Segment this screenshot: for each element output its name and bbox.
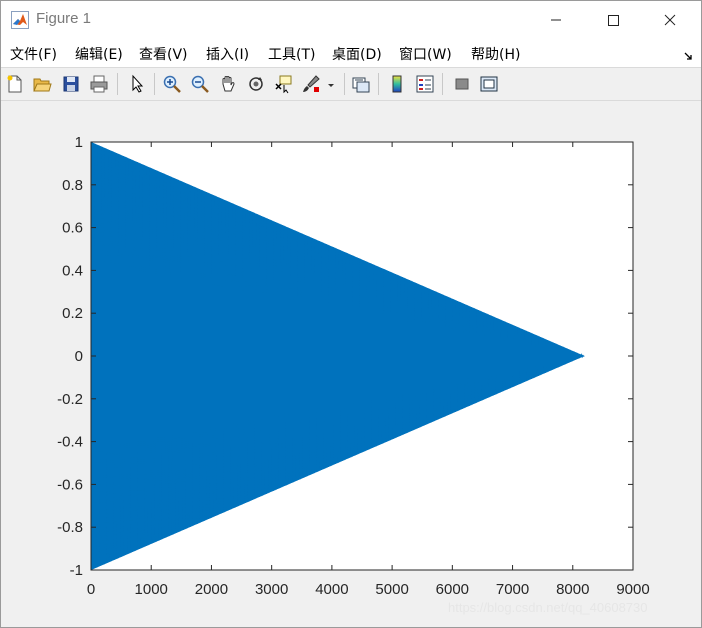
new-figure-icon[interactable] xyxy=(5,74,25,94)
y-tick-label: -0.6 xyxy=(57,476,83,493)
pan-hand-icon[interactable] xyxy=(218,74,238,94)
x-tick-label: 9000 xyxy=(616,581,649,598)
brush-dropdown-icon[interactable] xyxy=(325,74,337,94)
rotate-3d-icon[interactable] xyxy=(246,74,266,94)
minimize-icon xyxy=(551,19,561,21)
y-tick-label: 0.8 xyxy=(62,177,83,194)
colorbar-icon[interactable] xyxy=(387,74,407,94)
x-tick-label: 0 xyxy=(87,581,95,598)
x-tick-label: 1000 xyxy=(135,581,168,598)
x-tick-label: 2000 xyxy=(195,581,228,598)
maximize-icon xyxy=(608,15,619,26)
plot-axes[interactable]: 0 1000 2000 3000 4000 5000 6000 7000 8000 9000 -1 -… xyxy=(0,100,700,627)
figure-toolbar xyxy=(1,67,701,101)
zoom-out-icon[interactable] xyxy=(190,74,210,94)
x-tick-label: 5000 xyxy=(375,581,408,598)
data-cursor-icon[interactable] xyxy=(273,74,293,94)
y-tick-label: 0.2 xyxy=(62,305,83,322)
title-bar[interactable]: Figure 1 xyxy=(1,1,701,39)
toolbar-separator xyxy=(378,73,379,95)
window-title: Figure 1 xyxy=(36,10,92,27)
matlab-logo-icon xyxy=(11,11,29,29)
y-tick-label: 0.6 xyxy=(62,220,83,237)
print-icon[interactable] xyxy=(89,74,109,94)
toolbar-separator xyxy=(344,73,345,95)
menu-view[interactable]: 查看(V) xyxy=(139,44,188,64)
menu-bar: 文件(F) 编辑(E) 查看(V) 插入(I) 工具(T) 桌面(D) 窗口(W… xyxy=(1,39,701,67)
close-button[interactable] xyxy=(647,1,693,39)
close-icon xyxy=(664,14,676,26)
hide-plot-tools-icon[interactable] xyxy=(452,74,472,94)
csdn-watermark: https://blog.csdn.net/qq_40608730 xyxy=(448,600,648,615)
show-plot-tools-icon[interactable] xyxy=(479,74,499,94)
zoom-in-icon[interactable] xyxy=(162,74,182,94)
y-tick-label: -0.2 xyxy=(57,391,83,408)
x-tick-label: 7000 xyxy=(496,581,529,598)
legend-icon[interactable] xyxy=(415,74,435,94)
open-file-icon[interactable] xyxy=(32,74,52,94)
maximize-button[interactable] xyxy=(590,1,636,39)
pointer-icon[interactable] xyxy=(127,74,147,94)
menu-insert[interactable]: 插入(I) xyxy=(206,44,249,64)
menu-file[interactable]: 文件(F) xyxy=(10,44,57,64)
x-tick-label: 8000 xyxy=(556,581,589,598)
menu-desktop[interactable]: 桌面(D) xyxy=(332,44,382,64)
y-tick-label: -0.8 xyxy=(57,519,83,536)
toolbar-separator xyxy=(442,73,443,95)
menu-tools[interactable]: 工具(T) xyxy=(268,44,315,64)
minimize-button[interactable] xyxy=(533,1,579,39)
link-plot-icon[interactable] xyxy=(351,74,371,94)
y-tick-label: -1 xyxy=(70,562,83,579)
dock-arrow-icon[interactable] xyxy=(684,47,694,60)
menu-window[interactable]: 窗口(W) xyxy=(399,44,452,64)
menu-edit[interactable]: 编辑(E) xyxy=(75,44,123,64)
brush-icon[interactable] xyxy=(301,74,321,94)
x-tick-label: 4000 xyxy=(315,581,348,598)
save-icon[interactable] xyxy=(61,74,81,94)
toolbar-separator xyxy=(117,73,118,95)
toolbar-separator xyxy=(154,73,155,95)
y-tick-label: 0 xyxy=(75,348,83,365)
x-tick-label: 6000 xyxy=(436,581,469,598)
y-tick-label: -0.4 xyxy=(57,434,83,451)
x-tick-label: 3000 xyxy=(255,581,288,598)
menu-help[interactable]: 帮助(H) xyxy=(471,44,520,64)
y-tick-label: 0.4 xyxy=(62,262,83,279)
y-tick-label: 1 xyxy=(75,134,83,151)
